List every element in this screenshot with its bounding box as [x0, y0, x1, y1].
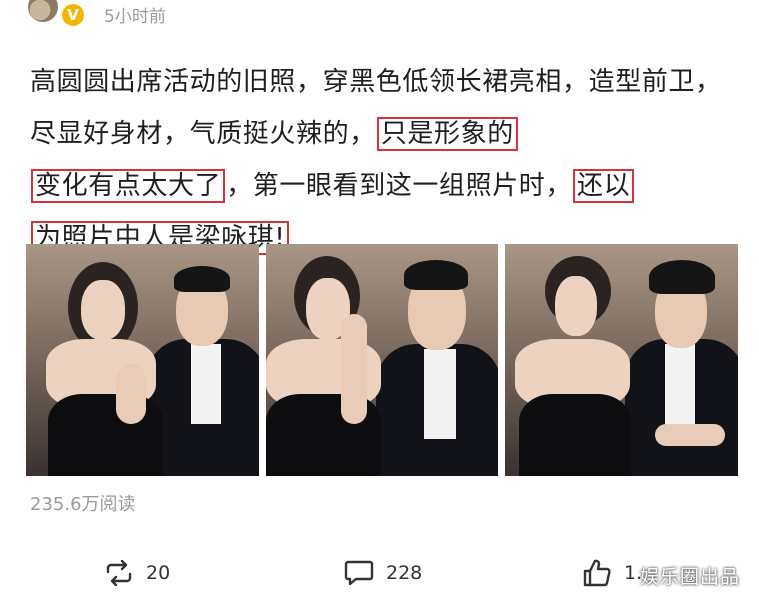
- comment-icon: [344, 560, 374, 586]
- watermark: 娱乐圈出品: [640, 566, 741, 588]
- photo-grid: [26, 244, 738, 476]
- photo-2[interactable]: [266, 244, 498, 476]
- photo-3[interactable]: [505, 244, 738, 476]
- repost-count: 20: [146, 562, 171, 584]
- post-body: 高圆圆出席活动的旧照，穿黑色低领长裙亮相，造型前卫，尽显好身材，气质挺火辣的，只…: [30, 56, 742, 264]
- post-header: V 5小时前: [0, 0, 759, 32]
- verified-badge-icon: V: [62, 4, 84, 26]
- repost-button[interactable]: 20: [104, 548, 170, 598]
- avatar[interactable]: [28, 0, 58, 22]
- post-text-segment: ，第一眼看到这一组照片时，: [226, 171, 573, 201]
- highlighted-text: 变化有点太大了: [31, 169, 226, 203]
- photo-1[interactable]: [26, 244, 259, 476]
- highlighted-text: 只是形象的: [376, 117, 518, 151]
- repost-icon: [106, 560, 132, 586]
- highlighted-text: 还以: [573, 169, 635, 203]
- thumbs-up-icon: [583, 559, 611, 587]
- post-time: 5小时前: [104, 7, 166, 27]
- read-count: 235.6万阅读: [30, 494, 136, 515]
- comment-count: 228: [386, 562, 423, 584]
- comment-button[interactable]: 228: [344, 548, 422, 598]
- post-text-segment: 高圆圆出席活动的旧照，穿黑色低领长裙亮相，造型前卫，尽显好身材，气质挺火辣的，: [30, 67, 722, 149]
- like-button[interactable]: 1.: [582, 548, 642, 598]
